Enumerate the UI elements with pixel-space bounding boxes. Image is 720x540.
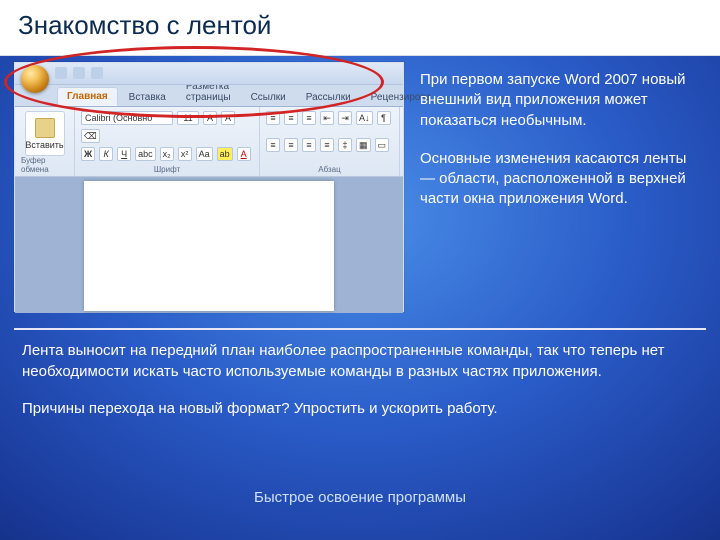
- tab-home: Главная: [57, 87, 118, 106]
- numbering-icon: ≡: [284, 111, 298, 125]
- content-row: Главная Вставка Разметка страницы Ссылки…: [0, 56, 720, 322]
- font-controls-2: Ж К Ч abc x₂ x² Aa ab A: [81, 147, 253, 161]
- font-controls: Calibri (Основно 11 A A ⌫: [81, 111, 253, 143]
- font-name: Calibri (Основно: [81, 111, 173, 125]
- indent-icon: ⇥: [338, 111, 352, 125]
- paste-label: Вставить: [25, 140, 63, 150]
- underline-icon: Ч: [117, 147, 131, 161]
- outdent-icon: ⇤: [320, 111, 334, 125]
- superscript-icon: x²: [178, 147, 192, 161]
- ribbon-tabs: Главная Вставка Разметка страницы Ссылки…: [15, 85, 403, 107]
- pilcrow-icon: ¶: [377, 111, 391, 125]
- case-icon: Aa: [196, 147, 213, 161]
- tab-insert: Вставка: [120, 89, 175, 106]
- paste-icon: [35, 118, 55, 138]
- ribbon: Вставить Буфер обмена Calibri (Основно 1…: [15, 107, 403, 177]
- shrink-font-icon: A: [221, 111, 235, 125]
- align-right-icon: ≡: [302, 138, 316, 152]
- font-size: 11: [177, 111, 199, 125]
- sort-icon: A↓: [356, 111, 373, 125]
- align-left-icon: ≡: [266, 138, 280, 152]
- side-p1: При первом запуске Word 2007 новый внешн…: [420, 70, 700, 131]
- bottom-p2: Причины перехода на новый формат? Упрост…: [22, 398, 698, 419]
- bottom-p1: Лента выносит на передний план наиболее …: [22, 340, 698, 382]
- align-center-icon: ≡: [284, 138, 298, 152]
- side-text: При первом запуске Word 2007 новый внешн…: [420, 62, 706, 312]
- subscript-icon: x₂: [160, 147, 174, 161]
- word-window: Главная Вставка Разметка страницы Ссылки…: [14, 62, 404, 312]
- side-p2: Основные изменения касаются ленты — обла…: [420, 149, 700, 210]
- bold-icon: Ж: [81, 147, 95, 161]
- document-page: [84, 181, 334, 311]
- borders-icon: ▭: [375, 138, 390, 152]
- italic-icon: К: [99, 147, 113, 161]
- group-font: Calibri (Основно 11 A A ⌫ Ж К Ч abc x₂ x…: [75, 107, 260, 176]
- strike-icon: abc: [135, 147, 156, 161]
- justify-icon: ≡: [320, 138, 334, 152]
- bullets-icon: ≡: [266, 111, 280, 125]
- grow-font-icon: A: [203, 111, 217, 125]
- title-bar: [15, 63, 403, 85]
- tab-refs: Ссылки: [242, 89, 295, 106]
- font-color-icon: A: [237, 147, 251, 161]
- clear-format-icon: ⌫: [81, 129, 100, 143]
- highlight-icon: ab: [217, 147, 233, 161]
- paste-button: Вставить: [25, 111, 65, 156]
- group-paragraph: ≡ ≡ ≡ ⇤ ⇥ A↓ ¶ ≡ ≡ ≡ ≡ ‡ ▦: [260, 107, 400, 176]
- bottom-text: Лента выносит на передний план наиболее …: [0, 330, 720, 419]
- office-button-icon: [21, 65, 49, 93]
- spacing-icon: ‡: [338, 138, 352, 152]
- multilevel-icon: ≡: [302, 111, 316, 125]
- page-title: Знакомство с лентой: [0, 0, 720, 56]
- clipboard-label: Буфер обмена: [21, 156, 68, 174]
- para-controls-1: ≡ ≡ ≡ ⇤ ⇥ A↓ ¶: [266, 111, 393, 125]
- para-label: Абзац: [318, 165, 340, 174]
- footer-text: Быстрое освоение программы: [0, 489, 720, 506]
- illustration: Главная Вставка Разметка страницы Ссылки…: [14, 62, 404, 312]
- para-controls-2: ≡ ≡ ≡ ≡ ‡ ▦ ▭: [266, 138, 393, 152]
- tab-mail: Рассылки: [297, 89, 360, 106]
- group-clipboard: Вставить Буфер обмена: [15, 107, 75, 176]
- document-area: [15, 177, 403, 313]
- font-label: Шрифт: [154, 165, 180, 174]
- shading-icon: ▦: [356, 138, 371, 152]
- quick-access-toolbar: [55, 67, 103, 79]
